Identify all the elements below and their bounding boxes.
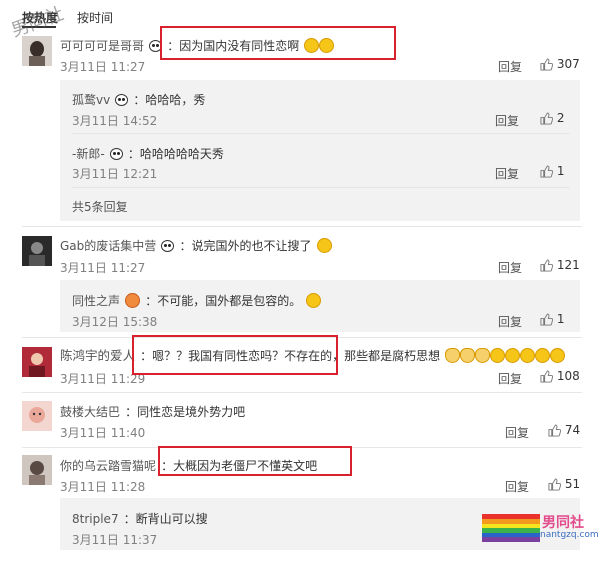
cat-emoji-icon <box>445 348 461 363</box>
reply-text: ：断背山可以搜 <box>123 512 208 526</box>
like-button[interactable]: 307 <box>540 57 580 71</box>
reply-button[interactable]: 回复 <box>505 478 529 495</box>
logo-text: 男同社 <box>542 515 584 531</box>
avatar[interactable] <box>22 236 52 266</box>
thinking-emoji-icon <box>316 238 332 253</box>
divider <box>72 187 570 188</box>
divider <box>22 392 582 393</box>
divider <box>72 133 570 134</box>
more-replies-link[interactable]: 共5条回复 <box>72 198 128 215</box>
reply-time: 3月11日 12:21 <box>72 167 158 181</box>
comment-time: 3月11日 11:28 <box>60 480 146 494</box>
reply-time: 3月12日 15:38 <box>72 315 158 329</box>
panda-emoji-icon <box>109 147 123 160</box>
reply-button[interactable]: 回复 <box>495 112 519 129</box>
like-button[interactable]: 1 <box>540 164 564 178</box>
like-button[interactable]: 51 <box>548 477 580 491</box>
highlight-box <box>132 335 338 375</box>
like-button[interactable]: 108 <box>540 369 580 383</box>
comment-time: 3月11日 11:40 <box>60 426 146 440</box>
reply-time: 3月11日 14:52 <box>72 114 158 128</box>
like-count: 2 <box>556 111 565 125</box>
panda-emoji-icon <box>161 239 175 252</box>
reply-time: 3月11日 11:37 <box>72 533 158 547</box>
reply-line: 8triple7 ：断背山可以搜 <box>72 508 208 527</box>
like-button[interactable]: 1 <box>540 312 564 326</box>
like-button[interactable]: 74 <box>548 423 580 437</box>
doge-emoji-icon <box>490 348 506 363</box>
comment-username[interactable]: 可可可可是哥哥 <box>60 39 144 53</box>
comment-username[interactable]: 鼓楼大结巴 <box>60 405 120 419</box>
reply-line: 同性之声 ：不可能，国外都是包容的。 <box>72 290 322 309</box>
doge-emoji-icon <box>535 348 551 363</box>
reply-username[interactable]: 8triple7 <box>72 512 119 526</box>
like-count: 74 <box>564 423 581 437</box>
comment-username[interactable]: 陈鸿宇的爱人 <box>60 348 135 363</box>
reply-button[interactable]: 回复 <box>498 370 522 387</box>
comment-username[interactable]: 你的乌云踏雪猫呢 <box>60 459 156 473</box>
like-count: 121 <box>556 258 580 272</box>
reply-username[interactable]: 同性之声 <box>72 294 120 308</box>
reply-button[interactable]: 回复 <box>498 259 522 276</box>
thumbs-up-icon <box>540 112 553 125</box>
badge-emoji-icon <box>125 293 141 308</box>
thumbs-up-icon <box>548 478 561 491</box>
comment-line: Gab的废话集中营 ：说完国外的也不让搜了 <box>60 235 332 254</box>
highlight-box <box>158 446 352 476</box>
cat-emoji-icon <box>460 348 476 363</box>
doge-emoji-icon <box>550 348 566 363</box>
thumbs-up-icon <box>540 165 553 178</box>
thumbs-up-icon <box>540 58 553 71</box>
comment-text: ：说完国外的也不让搜了 <box>179 239 312 253</box>
doge-emoji-icon <box>520 348 536 363</box>
like-button[interactable]: 2 <box>540 111 564 125</box>
reply-button[interactable]: 回复 <box>498 313 522 330</box>
doge-emoji-icon <box>505 348 521 363</box>
thumbs-up-icon <box>540 259 553 272</box>
reply-username[interactable]: 孤鹜vv <box>72 93 110 107</box>
like-count: 1 <box>556 164 565 178</box>
avatar[interactable] <box>22 36 52 66</box>
thumbs-up-icon <box>548 424 561 437</box>
cat-emoji-icon <box>475 348 491 363</box>
reply-button[interactable]: 回复 <box>495 165 519 182</box>
avatar[interactable] <box>22 455 52 485</box>
thumbs-up-icon <box>540 313 553 326</box>
reply-text: ：哈哈哈哈哈天秀 <box>127 147 224 161</box>
reply-text: ：哈哈哈，秀 <box>133 93 206 107</box>
like-count: 51 <box>564 477 581 491</box>
reply-button[interactable]: 回复 <box>505 424 529 441</box>
like-count: 1 <box>556 312 565 326</box>
logo-site: nantgzq.com <box>540 530 599 540</box>
panda-emoji-icon <box>115 93 129 106</box>
avatar[interactable] <box>22 401 52 431</box>
divider <box>22 226 582 227</box>
tab-time[interactable]: 按时间 <box>77 9 113 26</box>
like-button[interactable]: 121 <box>540 258 580 272</box>
reply-button[interactable]: 回复 <box>498 58 522 75</box>
comment-line: 鼓楼大结巴 ：同性恋是境外势力吧 <box>60 401 245 420</box>
like-count: 108 <box>556 369 580 383</box>
avatar[interactable] <box>22 347 52 377</box>
comment-time: 3月11日 11:27 <box>60 261 146 275</box>
site-logo-watermark: 男同社 nantgzq.com <box>482 512 599 544</box>
reply-line: 孤鹜vv ：哈哈哈，秀 <box>72 89 205 108</box>
comment-text: ：同性恋是境外势力吧 <box>125 405 246 419</box>
reply-line: -新郎- ：哈哈哈哈哈天秀 <box>72 143 224 162</box>
thumbs-up-icon <box>540 370 553 383</box>
comment-time: 3月11日 11:27 <box>60 60 146 74</box>
like-count: 307 <box>556 57 580 71</box>
scared-emoji-icon <box>306 293 322 308</box>
comment-username[interactable]: Gab的废话集中营 <box>60 239 156 253</box>
reply-text: ：不可能，国外都是包容的。 <box>145 294 302 308</box>
highlight-box <box>160 26 396 60</box>
rainbow-flag-icon <box>482 514 540 542</box>
reply-username[interactable]: -新郎- <box>72 147 105 161</box>
